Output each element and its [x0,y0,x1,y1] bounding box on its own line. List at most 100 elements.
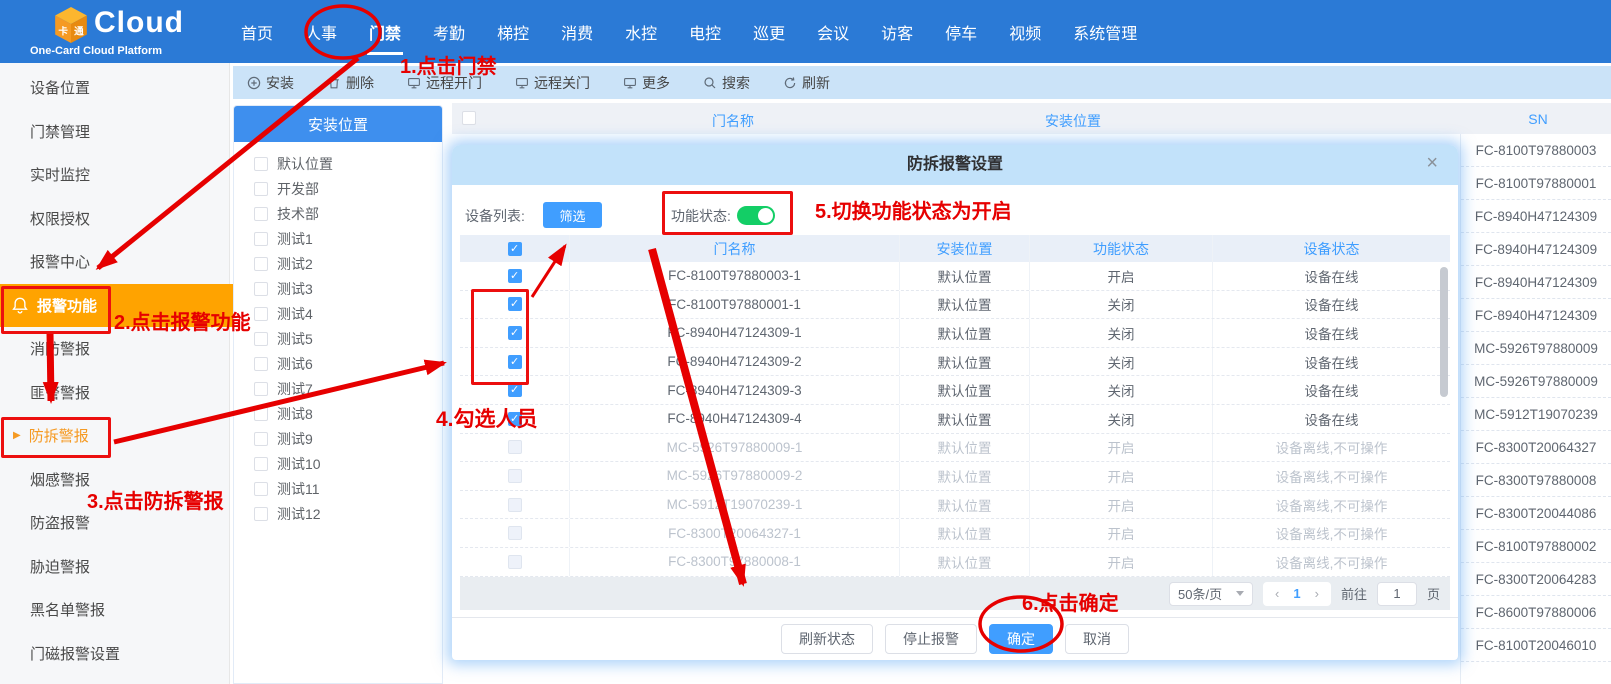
location-checkbox[interactable] [254,307,268,321]
refresh-status-button[interactable]: 刷新状态 [781,624,873,654]
device-row[interactable]: FC-8100T97880001-1 默认位置 关闭 设备在线 [460,291,1450,320]
location-tree-item[interactable]: 测试12 [234,501,442,526]
device-checkbox[interactable] [508,412,522,426]
device-checkbox[interactable] [508,269,522,283]
location-tree-item[interactable]: 测试10 [234,451,442,476]
device-checkbox[interactable] [508,498,522,512]
location-tree-item[interactable]: 测试7 [234,376,442,401]
nav-tab[interactable]: 访客 [873,20,921,44]
location-checkbox[interactable] [254,407,268,421]
sidebar-item[interactable]: 实时监控 [0,153,229,197]
filter-button[interactable]: 筛选 [543,202,602,228]
sidebar-item[interactable]: 胁迫警报 [0,545,229,589]
location-tree-item[interactable]: 测试5 [234,326,442,351]
nav-tab[interactable]: 首页 [233,20,281,44]
device-row[interactable]: MC-5912T19070239-1 默认位置 开启 设备离线,不可操作 [460,491,1450,520]
nav-tab[interactable]: 人事 [297,20,345,44]
nav-tab[interactable]: 会议 [809,20,857,44]
device-checkbox[interactable] [508,355,522,369]
nav-tab[interactable]: 视频 [1001,20,1049,44]
sidebar-item[interactable]: 开门超时警报 [0,675,229,684]
device-row[interactable]: FC-8300T97880008-1 默认位置 开启 设备离线,不可操作 [460,548,1450,577]
sidebar-item[interactable]: 烟感警报 [0,458,229,502]
status-toggle[interactable] [737,206,775,225]
location-tree-item[interactable]: 测试6 [234,351,442,376]
location-tree-item[interactable]: 测试4 [234,301,442,326]
device-row[interactable]: FC-8940H47124309-4 默认位置 关闭 设备在线 [460,405,1450,434]
location-checkbox[interactable] [254,257,268,271]
remote-close-button[interactable]: 远程关门 [515,73,590,93]
next-page-icon[interactable]: › [1315,586,1319,601]
device-checkbox[interactable] [508,555,522,569]
sidebar-item[interactable]: 防盗报警 [0,501,229,545]
location-tree-item[interactable]: 技术部 [234,201,442,226]
location-checkbox[interactable] [254,207,268,221]
device-row[interactable]: FC-8300T20064327-1 默认位置 开启 设备离线,不可操作 [460,519,1450,548]
device-checkbox[interactable] [508,297,522,311]
sidebar-item[interactable]: 报警中心 [0,240,229,284]
sidebar-item[interactable]: 门磁报警设置 [0,632,229,676]
confirm-button[interactable]: 确定 [989,624,1053,654]
device-row[interactable]: FC-8940H47124309-1 默认位置 关闭 设备在线 [460,319,1450,348]
select-all-checkbox[interactable] [462,111,476,125]
select-all-devices-checkbox[interactable] [508,242,522,256]
location-tree-item[interactable]: 测试11 [234,476,442,501]
location-checkbox[interactable] [254,457,268,471]
location-tree-item[interactable]: 默认位置 [234,151,442,176]
location-checkbox[interactable] [254,507,268,521]
sidebar-item[interactable]: 门禁管理 [0,110,229,154]
location-tree-item[interactable]: 测试2 [234,251,442,276]
refresh-button[interactable]: 刷新 [783,73,830,93]
device-row[interactable]: MC-5926T97880009-2 默认位置 开启 设备离线,不可操作 [460,462,1450,491]
location-checkbox[interactable] [254,182,268,196]
prev-page-icon[interactable]: ‹ [1275,586,1279,601]
device-checkbox[interactable] [508,440,522,454]
sidebar-item[interactable]: 匪警警报 [0,371,229,415]
sidebar-item[interactable]: 设备位置 [0,66,229,110]
sidebar-item[interactable]: 防拆警报 [0,414,229,458]
location-tree-title[interactable]: 安装位置 [234,106,442,142]
location-checkbox[interactable] [254,232,268,246]
nav-tab[interactable]: 巡更 [745,20,793,44]
device-checkbox[interactable] [508,383,522,397]
close-icon[interactable]: × [1426,152,1438,175]
search-button[interactable]: 搜索 [703,73,750,93]
location-tree-item[interactable]: 测试1 [234,226,442,251]
nav-tab[interactable]: 电控 [681,20,729,44]
device-row[interactable]: MC-5926T97880009-1 默认位置 开启 设备离线,不可操作 [460,434,1450,463]
nav-tab[interactable]: 停车 [937,20,985,44]
nav-tab[interactable]: 水控 [617,20,665,44]
nav-tab[interactable]: 考勤 [425,20,473,44]
location-tree-item[interactable]: 测试3 [234,276,442,301]
device-checkbox[interactable] [508,469,522,483]
location-checkbox[interactable] [254,157,268,171]
nav-tab[interactable]: 系统管理 [1065,20,1145,44]
nav-tab[interactable]: 梯控 [489,20,537,44]
current-page[interactable]: 1 [1293,586,1300,601]
location-checkbox[interactable] [254,282,268,296]
cancel-button[interactable]: 取消 [1065,624,1129,654]
more-button[interactable]: 更多 [623,73,670,93]
device-checkbox[interactable] [508,526,522,540]
sidebar-item[interactable]: 消防警报 [0,327,229,371]
delete-button[interactable]: 删除 [327,73,374,93]
location-checkbox[interactable] [254,357,268,371]
location-tree-item[interactable]: 测试8 [234,401,442,426]
sidebar-item[interactable]: 权限授权 [0,197,229,241]
device-row[interactable]: FC-8940H47124309-3 默认位置 关闭 设备在线 [460,376,1450,405]
device-checkbox[interactable] [508,326,522,340]
location-checkbox[interactable] [254,432,268,446]
location-checkbox[interactable] [254,332,268,346]
device-row[interactable]: FC-8940H47124309-2 默认位置 关闭 设备在线 [460,348,1450,377]
goto-page-input[interactable] [1377,582,1417,606]
page-size-select[interactable]: 50条/页 [1169,582,1253,606]
location-checkbox[interactable] [254,382,268,396]
location-tree-item[interactable]: 测试9 [234,426,442,451]
device-row[interactable]: FC-8100T97880003-1 默认位置 开启 设备在线 [460,262,1450,291]
nav-tab[interactable]: 门禁 [361,20,409,44]
sidebar-item[interactable]: 黑名单警报 [0,588,229,632]
location-tree-item[interactable]: 开发部 [234,176,442,201]
remote-open-button[interactable]: 远程开门 [407,73,482,93]
nav-tab[interactable]: 消费 [553,20,601,44]
location-checkbox[interactable] [254,482,268,496]
